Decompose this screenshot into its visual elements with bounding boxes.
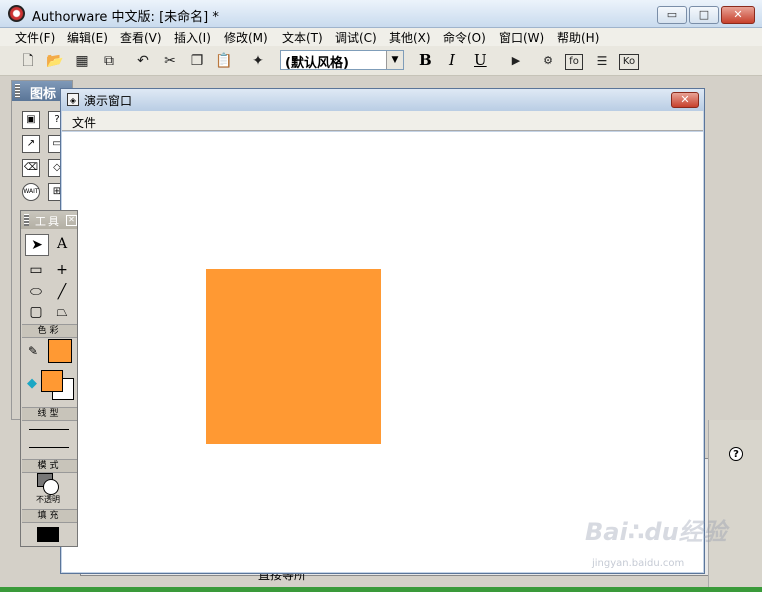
- menu-insert[interactable]: 插入(I): [174, 29, 211, 46]
- control-panel-icon[interactable]: ⚙: [538, 51, 558, 71]
- minimize-button[interactable]: ▭: [657, 6, 687, 24]
- menu-text[interactable]: 文本(T): [282, 29, 323, 46]
- ellipse-tool-icon[interactable]: ⬭: [25, 282, 47, 302]
- section-line-label: 线型: [22, 407, 77, 421]
- import-icon[interactable]: ⧉: [99, 51, 119, 71]
- watermark-url: jingyan.baidu.com: [592, 558, 685, 569]
- new-file-icon[interactable]: 🗋: [18, 51, 38, 71]
- section-mode-label: 模式: [22, 459, 77, 473]
- open-folder-icon[interactable]: 📂: [45, 51, 65, 71]
- menu-modify[interactable]: 修改(M): [224, 29, 268, 46]
- menu-view[interactable]: 查看(V): [120, 29, 162, 46]
- presentation-title-bar[interactable]: ◈ 演示窗口 ✕: [61, 89, 704, 111]
- rounded-rectangle-tool-icon[interactable]: ▢: [25, 302, 47, 322]
- maximize-button[interactable]: □: [689, 6, 719, 24]
- close-button[interactable]: ✕: [721, 6, 755, 24]
- presentation-window: ◈ 演示窗口 ✕ 文件: [60, 88, 705, 574]
- orange-rectangle-shape[interactable]: [206, 269, 381, 444]
- section-color-label: 色彩: [22, 324, 77, 338]
- taskbar-edge: [0, 587, 762, 592]
- text-style-value: (默认风格): [285, 56, 349, 71]
- properties-side-panel: [708, 420, 762, 592]
- underline-button[interactable]: U: [474, 51, 487, 69]
- presentation-close-button[interactable]: ✕: [671, 92, 699, 108]
- italic-button[interactable]: I: [449, 51, 455, 69]
- mode-circle-icon[interactable]: [43, 479, 59, 495]
- presentation-window-icon: ◈: [67, 93, 79, 106]
- line-tool-icon[interactable]: ╱: [51, 282, 73, 302]
- stroke-color-swatch[interactable]: [48, 339, 72, 363]
- section-fill-label: 填充: [22, 509, 77, 523]
- presentation-menu-bar: 文件: [62, 111, 703, 131]
- erase-icon[interactable]: ⌫: [22, 159, 40, 177]
- paste-icon[interactable]: 📋: [214, 51, 234, 71]
- mode-value-label: 不透明: [36, 495, 60, 504]
- icons-palette-title: 图标: [30, 87, 57, 102]
- line-style-thin[interactable]: [29, 429, 69, 430]
- undo-icon[interactable]: ↶: [133, 51, 153, 71]
- line-style-default[interactable]: [29, 447, 69, 448]
- crosshair-tool-icon[interactable]: +: [51, 260, 73, 280]
- menu-window[interactable]: 窗口(W): [499, 29, 544, 46]
- menu-file[interactable]: 文件(F): [15, 29, 55, 46]
- find-icon[interactable]: ✦: [248, 51, 268, 71]
- presentation-window-title: 演示窗口: [84, 94, 133, 108]
- motion-icon[interactable]: ↗: [22, 135, 40, 153]
- save-all-icon[interactable]: ▦: [72, 51, 92, 71]
- cut-icon[interactable]: ✂: [160, 51, 180, 71]
- paint-bucket-icon[interactable]: ◆: [21, 374, 43, 394]
- menu-help[interactable]: 帮助(H): [557, 29, 599, 46]
- knowledge-objects-button[interactable]: Ko: [619, 54, 639, 70]
- grip-handle-icon[interactable]: [15, 84, 20, 98]
- copy-icon[interactable]: ❐: [187, 51, 207, 71]
- menu-debug[interactable]: 调试(C): [335, 29, 377, 46]
- presentation-canvas[interactable]: [62, 132, 703, 572]
- pencil-text-color-icon[interactable]: ✎: [22, 341, 44, 361]
- tools-palette-header[interactable]: 工具 ✕: [21, 211, 77, 229]
- polygon-tool-icon[interactable]: ⏢: [51, 302, 73, 322]
- variables-icon[interactable]: ☰: [592, 51, 612, 71]
- display-icon[interactable]: ▣: [22, 111, 40, 129]
- help-icon[interactable]: ?: [729, 447, 743, 461]
- functions-button[interactable]: fo: [565, 54, 583, 70]
- menu-command[interactable]: 命令(O): [443, 29, 486, 46]
- menu-other[interactable]: 其他(X): [389, 29, 431, 46]
- tools-close-button[interactable]: ✕: [66, 215, 77, 226]
- pointer-tool-icon[interactable]: ➤: [25, 234, 49, 256]
- main-title-bar: Authorware 中文版: [未命名] * ▭ □ ✕: [0, 0, 762, 28]
- fill-color-swatch[interactable]: [41, 370, 63, 392]
- bold-button[interactable]: B: [419, 51, 432, 69]
- tools-palette: 工具 ✕ ➤ A ▭ + ⬭ ╱ ▢ ⏢ 色彩 ✎ ◆ 线型 模式 不透明 填充: [20, 210, 78, 547]
- window-title: Authorware 中文版: [未命名] *: [32, 10, 219, 25]
- text-style-select[interactable]: (默认风格) ▼: [280, 50, 404, 71]
- fill-pattern-swatch[interactable]: [37, 527, 59, 542]
- grip-handle-icon[interactable]: [24, 214, 29, 226]
- text-tool-button[interactable]: A: [51, 234, 73, 254]
- presentation-menu-file[interactable]: 文件: [72, 114, 96, 131]
- menu-edit[interactable]: 编辑(E): [67, 29, 108, 46]
- rectangle-tool-icon[interactable]: ▭: [25, 260, 47, 280]
- authorware-logo-icon: [8, 5, 25, 22]
- menu-bar: 文件(F) 编辑(E) 查看(V) 插入(I) 修改(M) 文本(T) 调试(C…: [0, 28, 762, 46]
- tools-palette-title: 工具: [35, 215, 61, 228]
- wait-icon[interactable]: WAIT: [22, 183, 40, 201]
- run-icon[interactable]: ▶: [506, 51, 526, 71]
- chevron-down-icon[interactable]: ▼: [386, 51, 403, 69]
- watermark-logo: Bai∴du经验: [585, 518, 727, 546]
- toolbar: 🗋 📂 ▦ ⧉ ↶ ✂ ❐ 📋 ✦ (默认风格) ▼ B I U ▶ ⚙ fo …: [0, 46, 762, 76]
